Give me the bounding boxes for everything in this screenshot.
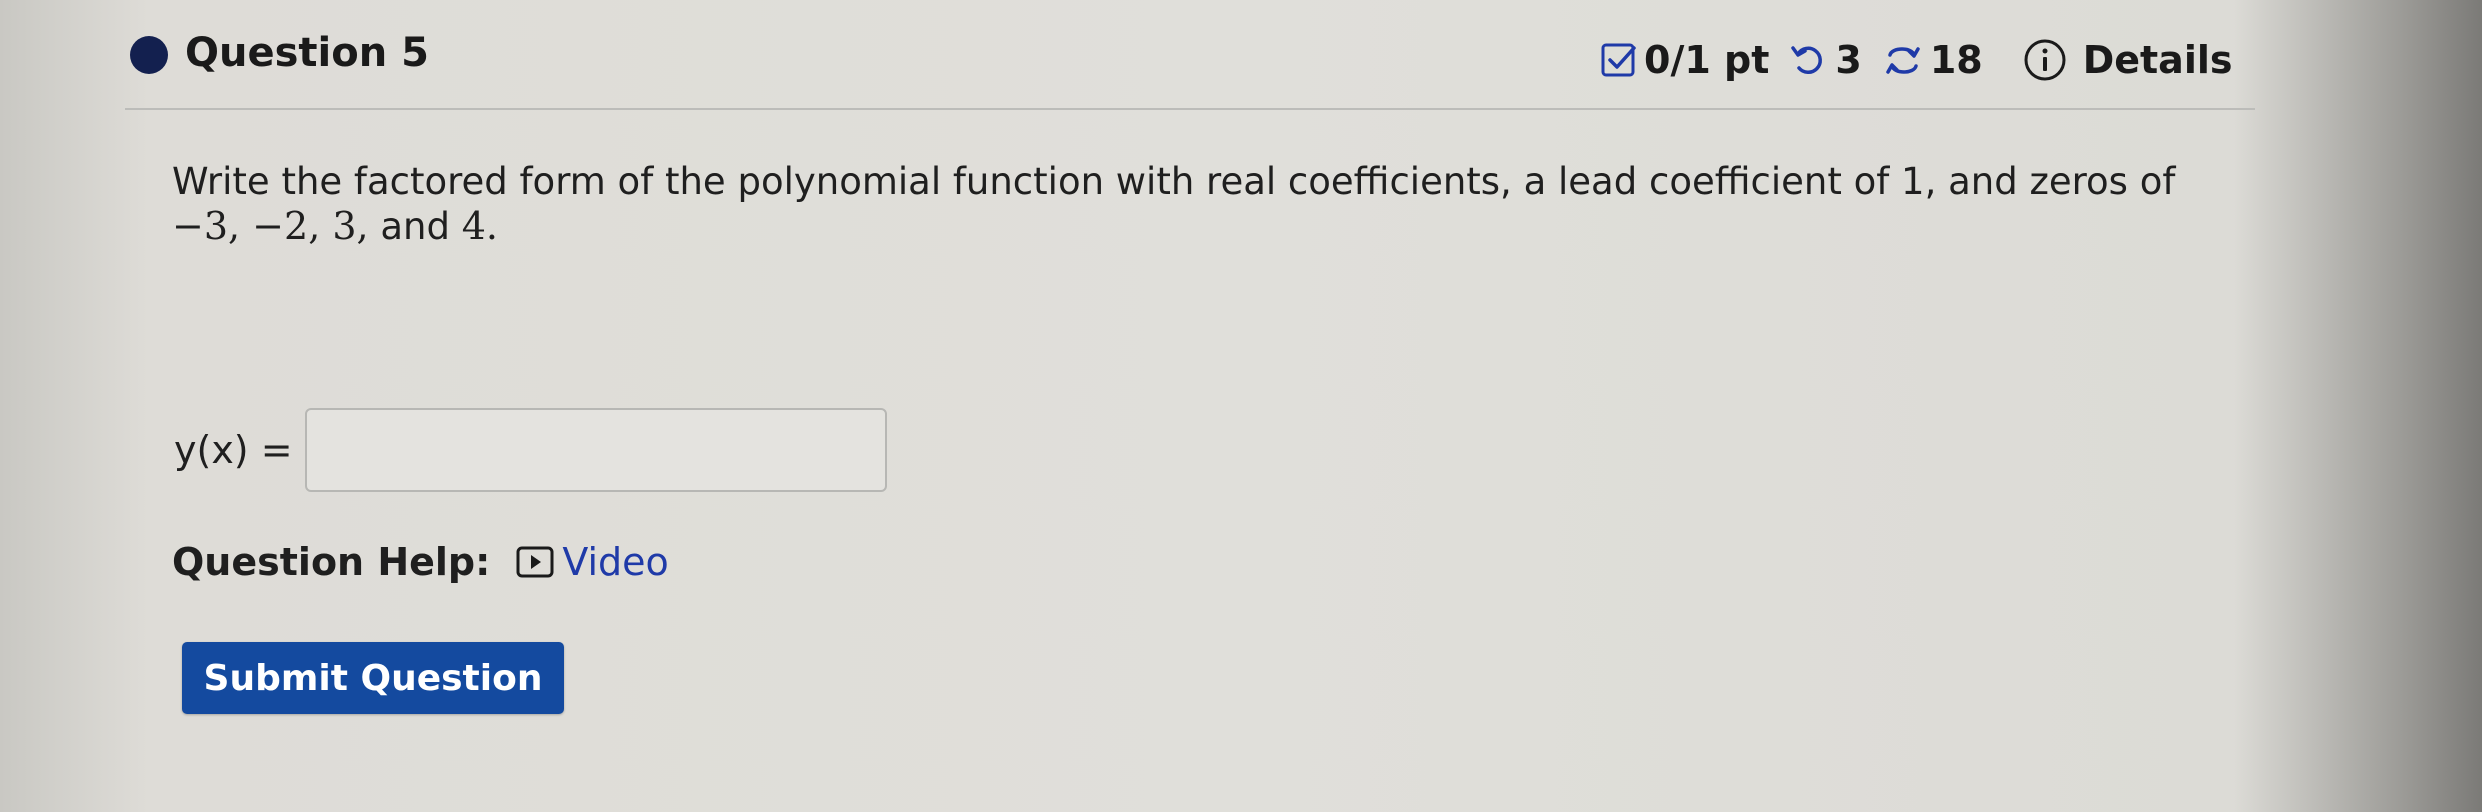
retries-count: 3 bbox=[1835, 38, 1862, 82]
details-link[interactable]: Details bbox=[2023, 38, 2233, 82]
question-help-label: Question Help: bbox=[172, 540, 491, 584]
score-text: 0/1 pt bbox=[1644, 38, 1770, 82]
answer-row: y(x) = bbox=[174, 408, 887, 492]
attempts-indicator: 18 bbox=[1882, 38, 1983, 82]
question-meta: 0/1 pt 3 18 Details bbox=[1600, 34, 2253, 86]
question-title: Question 5 bbox=[185, 30, 429, 76]
video-play-icon bbox=[516, 546, 554, 578]
attempts-count: 18 bbox=[1929, 38, 1983, 82]
header-divider bbox=[125, 108, 2255, 110]
question-and: and bbox=[368, 205, 462, 248]
question-help: Question Help: Video bbox=[172, 540, 669, 584]
video-link-label[interactable]: Video bbox=[562, 540, 668, 584]
checkbox-icon bbox=[1601, 43, 1636, 77]
question-prompt: Write the factored form of the polynomia… bbox=[172, 160, 2252, 249]
question-last-zero: 4. bbox=[461, 204, 499, 248]
attempts-icon bbox=[1886, 47, 1920, 74]
score-indicator: 0/1 pt bbox=[1600, 38, 1769, 82]
info-icon bbox=[2024, 39, 2066, 81]
answer-label: y(x) = bbox=[174, 428, 293, 472]
question-zeros: −3, −2, 3, bbox=[172, 204, 369, 248]
retries-indicator: 3 bbox=[1789, 38, 1862, 82]
retry-icon bbox=[1791, 46, 1823, 75]
question-status-dot bbox=[130, 36, 168, 74]
question-header: Question 5 0/1 pt 3 18 Details bbox=[0, 0, 2260, 112]
details-label[interactable]: Details bbox=[2083, 38, 2233, 82]
answer-input[interactable] bbox=[304, 408, 887, 492]
question-page: Question 5 0/1 pt 3 18 Details Write the… bbox=[0, 0, 2482, 812]
submit-question-button[interactable]: Submit Question bbox=[182, 642, 564, 714]
question-prompt-text: Write the factored form of the polynomia… bbox=[172, 160, 2176, 203]
video-help-link[interactable]: Video bbox=[516, 540, 669, 584]
